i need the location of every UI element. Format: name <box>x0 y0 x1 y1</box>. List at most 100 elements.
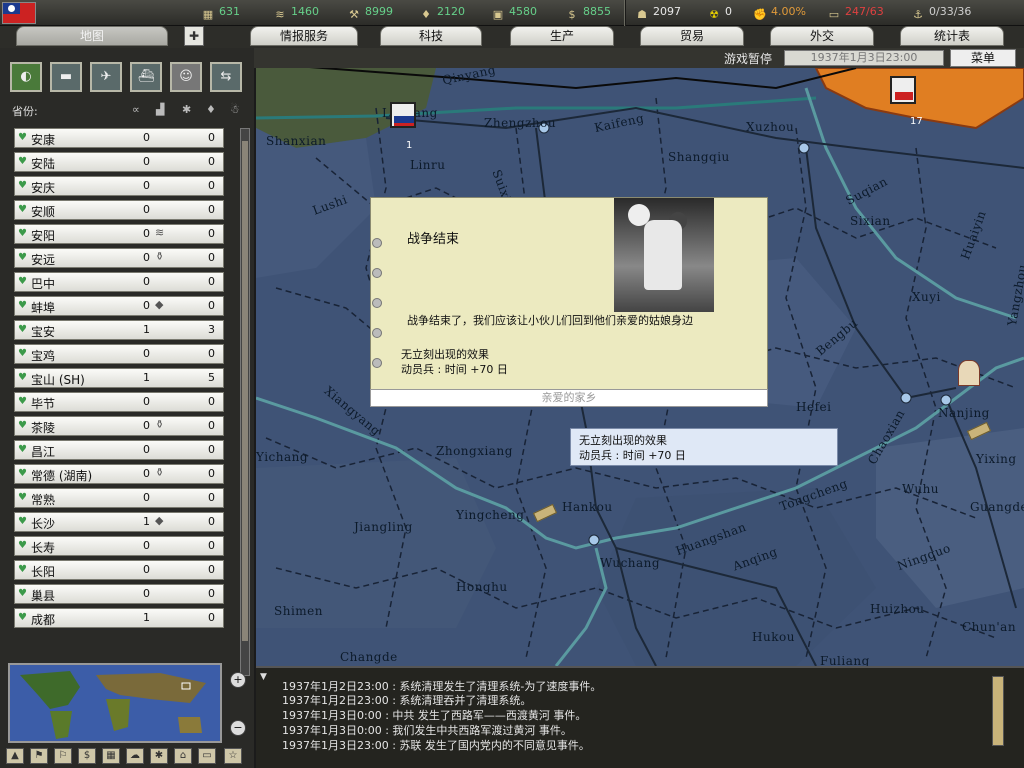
province-row[interactable]: ♥ 长沙 1 ◆ 0 <box>14 512 224 532</box>
province-row[interactable]: ♥ 安陆 0 0 <box>14 152 224 172</box>
oil-icon: ♦ <box>421 8 431 21</box>
province-name: 长寿 <box>31 541 56 555</box>
province-name: 宝山 (SH) <box>31 373 85 387</box>
province-row[interactable]: ♥ 宝山 (SH) 1 5 <box>14 368 224 388</box>
province-name: 安远 <box>31 253 56 267</box>
province-value-1: 1 <box>143 371 150 384</box>
unit-filter-bar: ◐ ▬ ✈ ⛴ ☺ ⇆ <box>6 62 242 96</box>
mapmode-infra-icon[interactable]: ⌂ <box>174 748 192 764</box>
leaf-icon: ♥ <box>18 180 27 191</box>
event-option-button[interactable]: 亲爱的家乡 <box>370 389 768 407</box>
naval-unit-icon[interactable]: ⛴ <box>130 62 162 92</box>
province-row[interactable]: ♥ 成都 1 0 <box>14 608 224 628</box>
oil-drop-icon[interactable]: ♦ <box>206 103 216 116</box>
population-icon[interactable]: ☃ <box>230 103 240 116</box>
mail-unit-icon[interactable] <box>890 76 916 104</box>
army-unit-icon[interactable] <box>390 102 416 128</box>
province-row[interactable]: ♥ 常德 (湖南) 0 ⚱ 0 <box>14 464 224 484</box>
province-row[interactable]: ♥ 昌江 0 0 <box>14 440 224 460</box>
unit-count: 17 <box>910 116 923 127</box>
province-row[interactable]: ♥ 宝安 1 3 <box>14 320 224 340</box>
map-filter-icon[interactable]: ◐ <box>10 62 42 92</box>
map-label: Hefei <box>796 400 832 414</box>
leaf-icon: ♥ <box>18 540 27 551</box>
game-paused-label: 游戏暂停 <box>724 52 773 66</box>
metal-resource: ≋ 1460 <box>272 5 319 22</box>
leader-icon[interactable]: ☺ <box>170 62 202 92</box>
infrastructure-icon[interactable]: ∝ <box>132 103 140 116</box>
tab-technology[interactable]: 科技 <box>380 26 482 46</box>
unit-count: 1 <box>406 140 413 151</box>
building-icon: ◆ <box>155 298 164 311</box>
tab-trade[interactable]: 贸易 <box>640 26 744 46</box>
minimap[interactable] <box>8 663 222 743</box>
mapmode-supplies-icon[interactable]: ▦ <box>102 748 120 764</box>
map-label: Shanxian <box>266 134 327 148</box>
land-unit-icon[interactable]: ▬ <box>50 62 82 92</box>
province-row[interactable]: ♥ 安康 0 0 <box>14 128 224 148</box>
mapmode-political-icon[interactable]: ⚑ <box>30 748 48 764</box>
sort-icon[interactable]: ⇆ <box>210 62 242 92</box>
province-row[interactable]: ♥ 茶陵 0 ⚱ 0 <box>14 416 224 436</box>
map-label: Huizhou <box>870 602 925 616</box>
tab-intelligence[interactable]: 情报服务 <box>250 26 358 46</box>
leaf-icon: ♥ <box>18 396 27 407</box>
log-scrollbar[interactable] <box>992 676 1004 746</box>
province-row[interactable]: ♥ 安阳 0 ≋ 0 <box>14 224 224 244</box>
province-value-2: 5 <box>208 371 215 384</box>
province-row[interactable]: ♥ 巴中 0 0 <box>14 272 224 292</box>
log-expand-icon[interactable]: ▼ <box>260 672 267 682</box>
province-row[interactable]: ♥ 长阳 0 0 <box>14 560 224 580</box>
escort-icon: ⚓ <box>913 8 923 21</box>
province-row[interactable]: ♥ 常熟 0 0 <box>14 488 224 508</box>
mapmode-star-icon[interactable]: ☆ <box>224 748 242 764</box>
menu-button[interactable]: 菜单 <box>950 49 1016 67</box>
province-value-1: 0 <box>143 491 150 504</box>
transport-resource: ▭ 247/63 <box>826 5 884 22</box>
zoom-in-icon[interactable]: + <box>230 672 246 688</box>
event-dialog: 战争结束 战争结束了，我们应该让小伙儿们回到他们亲爱的姑娘身边 无立刻出现的效果… <box>370 197 768 393</box>
province-value-2: 0 <box>208 563 215 576</box>
zoom-out-icon[interactable]: − <box>230 720 246 736</box>
province-name: 巴中 <box>31 277 56 291</box>
industry-icon[interactable]: ▟ <box>156 103 164 116</box>
mapmode-units-icon[interactable]: ▭ <box>198 748 216 764</box>
capital-icon[interactable] <box>958 360 980 386</box>
mapmode-diplomatic-icon[interactable]: ⚐ <box>54 748 72 764</box>
resource-icon[interactable]: ✱ <box>182 103 191 116</box>
message-log: ▼ 1937年1月2日23:00 : 系统清理发生了清理系统-为了速度事件。 1… <box>256 666 1024 768</box>
tab-map[interactable]: 地图 <box>16 26 168 46</box>
map-label: Chun'an <box>962 620 1017 634</box>
leaf-icon: ♥ <box>18 348 27 359</box>
air-unit-icon[interactable]: ✈ <box>90 62 122 92</box>
province-row[interactable]: ♥ 安顺 0 0 <box>14 200 224 220</box>
map-label: Zhongxiang <box>436 444 513 458</box>
building-icon: ⚱ <box>155 466 165 479</box>
map-label: Yixing <box>976 452 1017 466</box>
map-toggle-icon[interactable]: ✚ <box>184 26 204 46</box>
nation-flag[interactable] <box>2 2 36 24</box>
province-row[interactable]: ♥ 宝鸡 0 0 <box>14 344 224 364</box>
mapmode-resources-icon[interactable]: ✱ <box>150 748 168 764</box>
building-icon: ⚱ <box>155 250 165 263</box>
province-row[interactable]: ♥ 长寿 0 0 <box>14 536 224 556</box>
province-row[interactable]: ♥ 毕节 0 0 <box>14 392 224 412</box>
province-row[interactable]: ♥ 巢县 0 0 <box>14 584 224 604</box>
province-row[interactable]: ♥ 安庆 0 0 <box>14 176 224 196</box>
province-row[interactable]: ♥ 安远 0 ⚱ 0 <box>14 248 224 268</box>
tab-production[interactable]: 生产 <box>510 26 614 46</box>
province-scrollbar[interactable] <box>240 128 250 676</box>
log-line: 1937年1月3日0:00 : 我们发生中共西路军渡过黄河 事件。 <box>282 724 572 737</box>
rare-materials-resource: ▣ 4580 <box>490 5 537 22</box>
mapmode-terrain-icon[interactable]: ▲ <box>6 748 24 764</box>
province-list: ♥ 安康 0 0 ♥ 安陆 0 0 ♥ 安庆 0 0 ♥ 安顺 0 0 ♥ 安阳 0 ≋ 0 ♥ 安远 0 ⚱ 0 ♥ 巴中 0 0 ♥ 蚌埠… <box>14 128 226 632</box>
mapmode-money-icon[interactable]: $ <box>78 748 96 764</box>
tab-diplomacy[interactable]: 外交 <box>770 26 874 46</box>
province-row[interactable]: ♥ 蚌埠 0 ◆ 0 <box>14 296 224 316</box>
tooltip-line: 动员兵 : 时间 +70 日 <box>579 449 686 462</box>
tab-statistics[interactable]: 统计表 <box>900 26 1004 46</box>
mapmode-weather-icon[interactable]: ☁ <box>126 748 144 764</box>
event-title: 战争结束 <box>407 232 460 247</box>
status-row: 游戏暂停 1937年1月3日23:00 菜单 <box>254 48 1024 68</box>
province-value-1: 1 <box>143 611 150 624</box>
